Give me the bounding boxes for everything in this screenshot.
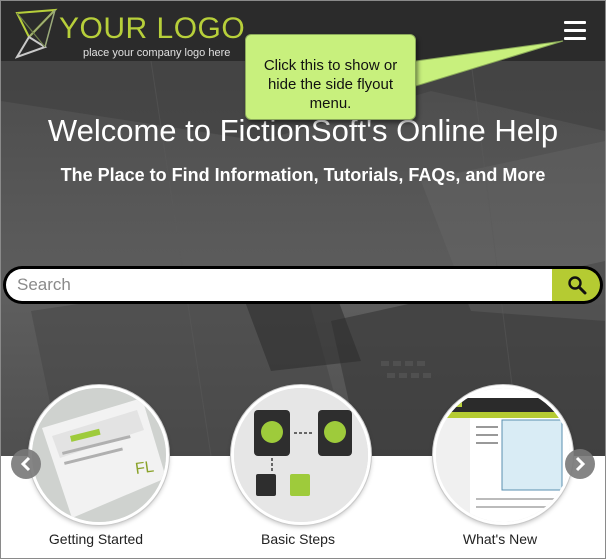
carousel-next-button[interactable] (565, 449, 595, 479)
chevron-left-icon (20, 456, 31, 472)
carousel-item-label: What's New (462, 531, 538, 547)
search-bar (3, 266, 603, 304)
hamburger-menu-icon[interactable] (561, 19, 589, 43)
svg-text:FL: FL (134, 459, 155, 478)
logo-mark-icon (15, 8, 58, 59)
help-page: YOUR LOGO place your company logo here W… (0, 0, 606, 559)
chevron-right-icon (575, 456, 586, 472)
logo-tagline: place your company logo here (83, 47, 231, 59)
carousel-prev-button[interactable] (11, 449, 41, 479)
logo-text: YOUR LOGO (59, 12, 246, 45)
carousel-item-basic-steps[interactable]: Basic Steps (203, 381, 373, 558)
menu-tooltip-callout: Click this to show or hide the side flyo… (245, 34, 416, 120)
topic-carousel: FL Getting Started Basic Steps What's Ne… (1, 381, 605, 558)
getting-started-thumbnail: FL (29, 385, 169, 525)
search-input[interactable] (6, 269, 552, 301)
hero-subtitle: The Place to Find Information, Tutorials… (60, 165, 546, 185)
carousel-item-whats-new[interactable]: What's New (405, 381, 575, 558)
search-button[interactable] (552, 269, 600, 301)
basic-steps-thumbnail (231, 385, 371, 525)
carousel-item-label: Getting Started (48, 531, 144, 547)
whats-new-thumbnail (433, 385, 573, 525)
search-icon (568, 276, 587, 295)
callout-text: Click this to show or hide the side flyo… (263, 57, 398, 112)
carousel-item-label: Basic Steps (261, 531, 335, 547)
